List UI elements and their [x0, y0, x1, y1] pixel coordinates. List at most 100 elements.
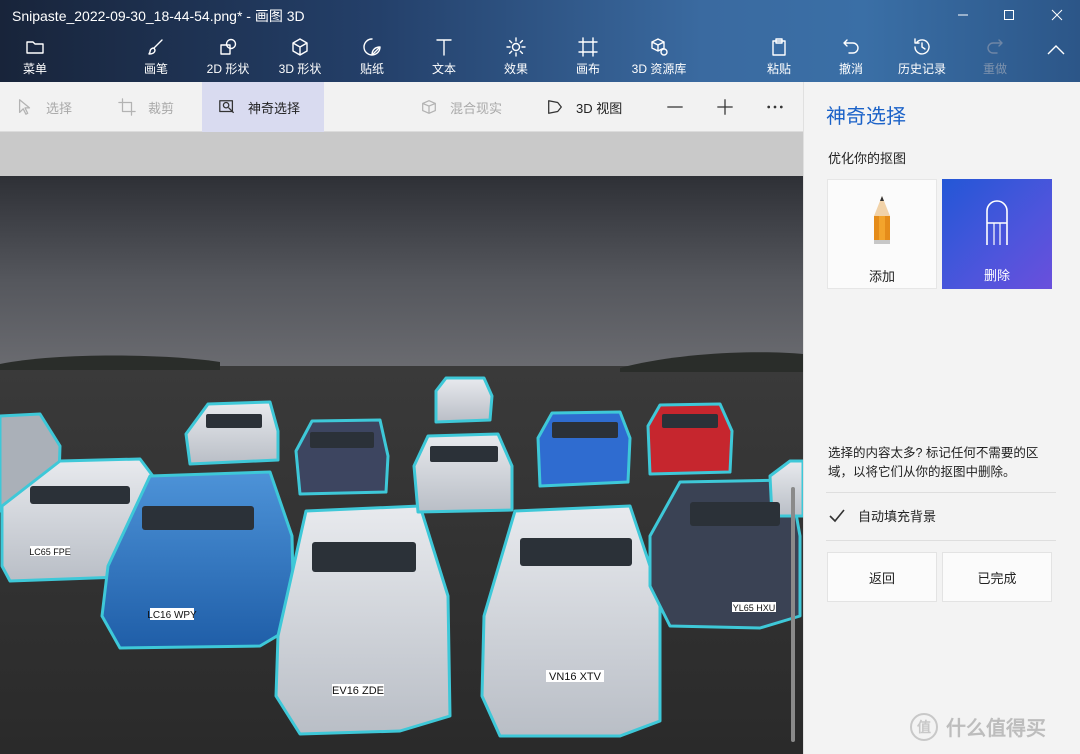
watermark: 值 什么值得买 — [910, 712, 1046, 741]
app-header: Snipaste_2022-09-30_18-44-54.png* - 画图 3… — [0, 0, 1080, 82]
shapes-2d-button[interactable]: 2D 形状 — [202, 32, 254, 78]
maximize-icon — [1004, 10, 1014, 20]
text-label: 文本 — [431, 62, 456, 76]
ribbon: 菜单 画笔 2D 形状 3D 形状 贴纸 文本 效果 画布 3D 资源库 粘贴 … — [0, 30, 1080, 82]
window-title: Snipaste_2022-09-30_18-44-54.png* - 画图 3… — [12, 8, 305, 24]
zoom-in-button[interactable] — [716, 82, 734, 132]
undo-icon — [843, 39, 859, 54]
redo-button[interactable]: 重做 — [978, 32, 1012, 78]
canvas-button[interactable]: 画布 — [570, 32, 606, 78]
undo-label: 撤消 — [838, 62, 863, 76]
license-plate: VN16 XTV — [549, 671, 602, 683]
brushes-button[interactable]: 画笔 — [136, 32, 176, 78]
paste-button[interactable]: 粘贴 — [762, 32, 796, 78]
back-label: 返回 — [868, 570, 895, 586]
shapes-3d-label: 3D 形状 — [278, 62, 322, 76]
autofill-checkbox[interactable]: 自动填充背景 — [828, 506, 936, 525]
license-plate: LC16 WPY — [147, 610, 197, 621]
effects-label: 效果 — [503, 62, 528, 76]
done-label: 已完成 — [977, 570, 1017, 586]
add-button[interactable]: 添加 — [827, 179, 937, 289]
stickers-button[interactable]: 贴纸 — [354, 32, 390, 78]
select-tool[interactable]: 选择 — [16, 82, 72, 132]
secondary-toolbar: 选择 裁剪 神奇选择 混合现实 3D 视图 — [0, 82, 803, 132]
mixed-reality-icon — [422, 100, 436, 114]
library-3d-label: 3D 资源库 — [631, 62, 687, 76]
minus-icon — [667, 106, 683, 108]
close-button[interactable] — [1034, 0, 1080, 30]
maximize-button[interactable] — [986, 0, 1032, 30]
license-plate: YL65 HXU — [733, 603, 776, 613]
back-button[interactable]: 返回 — [827, 552, 937, 602]
divider — [826, 492, 1056, 493]
history-label: 历史记录 — [897, 62, 946, 76]
cube-icon — [292, 38, 308, 56]
hint-text: 选择的内容太多? 标记任何不需要的区域，以将它们从你的抠图中删除。 — [828, 446, 1039, 479]
view-3d-tool[interactable]: 3D 视图 — [546, 82, 622, 132]
add-label: 添加 — [868, 269, 895, 284]
plus-icon — [717, 99, 733, 115]
panel-subtitle: 优化你的抠图 — [828, 151, 907, 166]
watermark-text: 什么值得买 — [946, 718, 1046, 740]
text-button[interactable]: 文本 — [426, 32, 462, 78]
vertical-scrollbar[interactable] — [791, 487, 795, 742]
stickers-label: 贴纸 — [359, 62, 384, 76]
paste-label: 粘贴 — [766, 62, 791, 76]
zoom-out-button[interactable] — [666, 82, 684, 132]
history-button[interactable]: 历史记录 — [894, 32, 950, 78]
brush-icon — [148, 39, 163, 55]
pencil-icon — [874, 196, 890, 244]
eraser-icon — [986, 200, 1008, 245]
done-button[interactable]: 已完成 — [942, 552, 1052, 602]
more-options-button[interactable] — [766, 82, 784, 132]
more-icon — [767, 105, 783, 109]
crop-tool[interactable]: 裁剪 — [118, 82, 174, 132]
magic-select-label: 神奇选择 — [248, 100, 301, 116]
divider — [826, 540, 1056, 541]
crop-icon — [118, 98, 136, 116]
shapes-2d-label: 2D 形状 — [206, 62, 250, 76]
magic-select-icon — [219, 100, 234, 114]
redo-icon — [987, 39, 1003, 54]
checkmark-icon — [829, 508, 845, 522]
sticker-icon — [363, 38, 381, 56]
minimize-button[interactable] — [940, 0, 986, 30]
select-label: 选择 — [46, 100, 73, 116]
effects-button[interactable]: 效果 — [498, 32, 534, 78]
undo-button[interactable]: 撤消 — [834, 32, 868, 78]
library-3d-button[interactable]: 3D 资源库 — [628, 32, 690, 78]
library-3d-icon — [651, 38, 668, 56]
shapes-3d-button[interactable]: 3D 形状 — [274, 32, 326, 78]
canvas-area[interactable]: LC65 FPE LC16 WPY EV16 ZDE VN16 XTV YL65 HXU — [0, 132, 803, 754]
crop-label: 裁剪 — [148, 100, 175, 116]
clipboard-icon — [772, 38, 786, 56]
menu-button[interactable]: 菜单 — [14, 32, 56, 78]
canvas-label: 画布 — [575, 62, 600, 76]
mixed-reality-tool[interactable]: 混合现实 — [420, 82, 502, 132]
autofill-label: 自动填充背景 — [858, 509, 937, 524]
mixed-reality-label: 混合现实 — [450, 100, 503, 116]
magic-select-tool[interactable]: 神奇选择 — [202, 82, 325, 132]
watermark-logo: 值 — [910, 712, 938, 741]
panel-title: 神奇选择 — [826, 106, 906, 128]
redo-label: 重做 — [982, 62, 1007, 76]
minimize-icon — [958, 14, 968, 16]
license-plate: LC65 FPE — [29, 547, 71, 557]
text-icon — [436, 39, 452, 56]
license-plate: EV16 ZDE — [332, 685, 384, 697]
magic-select-panel: 神奇选择 优化你的抠图 添加 删除 选择的内容太多? 标记任何不需要的区域，以将… — [803, 82, 1080, 754]
close-icon — [1051, 9, 1063, 21]
menu-label: 菜单 — [22, 62, 47, 76]
chevron-up-icon — [1047, 45, 1065, 55]
canvas-icon — [578, 37, 598, 57]
remove-button[interactable]: 删除 — [942, 179, 1052, 289]
car-photo: LC65 FPE LC16 WPY EV16 ZDE VN16 XTV YL65 HXU — [0, 176, 803, 754]
title-bar: Snipaste_2022-09-30_18-44-54.png* - 画图 3… — [0, 0, 1080, 30]
sun-icon — [506, 37, 526, 57]
history-icon — [914, 38, 930, 55]
brushes-label: 画笔 — [143, 62, 168, 76]
view-3d-icon — [548, 100, 562, 114]
shapes-2d-icon — [220, 38, 237, 55]
cursor-icon — [18, 99, 31, 115]
view-3d-label: 3D 视图 — [576, 100, 623, 116]
